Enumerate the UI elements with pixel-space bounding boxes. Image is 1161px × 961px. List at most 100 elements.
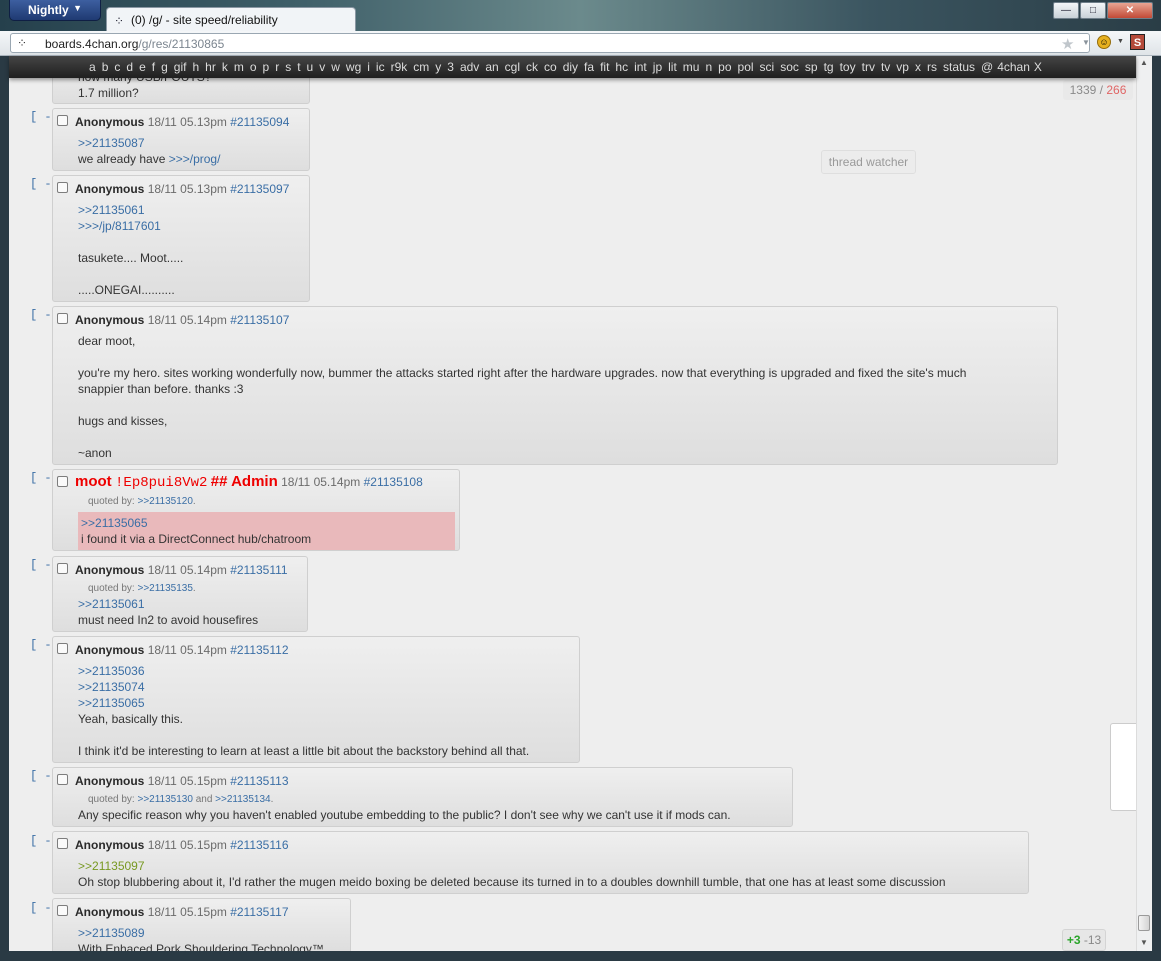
board-link[interactable]: k: [222, 60, 228, 74]
board-link[interactable]: v: [319, 60, 325, 74]
board-link[interactable]: p: [263, 60, 270, 74]
board-link[interactable]: i: [367, 60, 370, 74]
browser-tab[interactable]: ⁘ (0) /g/ - site speed/reliability: [106, 7, 356, 33]
post-number[interactable]: #21135097: [230, 182, 289, 196]
board-link[interactable]: @: [981, 60, 993, 74]
board-link[interactable]: s: [285, 60, 291, 74]
chevron-down-icon[interactable]: ▼: [1082, 38, 1090, 47]
backlink[interactable]: >>21135135: [137, 583, 192, 594]
scrollbar[interactable]: [1136, 56, 1152, 951]
dead-quote-link[interactable]: >>21135097: [78, 859, 145, 873]
board-link[interactable]: wg: [346, 60, 361, 74]
board-link[interactable]: adv: [460, 60, 479, 74]
quick-reply-tab[interactable]: [1110, 723, 1136, 811]
post-checkbox[interactable]: [57, 313, 68, 324]
post-checkbox[interactable]: [57, 774, 68, 785]
board-link[interactable]: hr: [205, 60, 216, 74]
scroll-down-icon[interactable]: ▼: [1140, 938, 1148, 947]
board-link[interactable]: t: [297, 60, 300, 74]
addon-icon[interactable]: ☺: [1097, 35, 1111, 49]
quote-link[interactable]: >>21135065: [78, 696, 145, 710]
post-checkbox[interactable]: [57, 476, 68, 487]
board-link[interactable]: sp: [805, 60, 818, 74]
board-link[interactable]: u: [307, 60, 314, 74]
board-link[interactable]: m: [234, 60, 244, 74]
board-link[interactable]: cgl: [505, 60, 520, 74]
stylish-icon[interactable]: S: [1130, 34, 1145, 50]
post-checkbox[interactable]: [57, 563, 68, 574]
star-icon[interactable]: ★: [1061, 35, 1074, 53]
board-link[interactable]: diy: [563, 60, 578, 74]
quote-link[interactable]: >>21135089: [78, 926, 145, 940]
board-link[interactable]: vp: [896, 60, 909, 74]
quote-link[interactable]: >>21135074: [78, 680, 145, 694]
board-link[interactable]: h: [192, 60, 199, 74]
post-checkbox[interactable]: [57, 905, 68, 916]
board-link[interactable]: trv: [862, 60, 875, 74]
board-link[interactable]: 3: [447, 60, 454, 74]
post-checkbox[interactable]: [57, 182, 68, 193]
board-link[interactable]: hc: [615, 60, 628, 74]
post-number[interactable]: #21135117: [230, 905, 288, 919]
post-number[interactable]: #21135107: [230, 313, 289, 327]
board-link[interactable]: po: [718, 60, 731, 74]
board-link[interactable]: d: [126, 60, 133, 74]
maximize-button[interactable]: □: [1080, 2, 1106, 19]
board-link[interactable]: toy: [840, 60, 856, 74]
board-link[interactable]: w: [331, 60, 340, 74]
board-link[interactable]: jp: [653, 60, 662, 74]
board-link[interactable]: co: [544, 60, 557, 74]
board-link[interactable]: g: [161, 60, 168, 74]
board-link[interactable]: lit: [668, 60, 677, 74]
chevron-down-icon[interactable]: ▼: [1117, 38, 1124, 45]
board-link[interactable]: tg: [824, 60, 834, 74]
url-bar[interactable]: ⁘ boards.4chan.org/g/res/21130865 ★ ▼: [10, 33, 1090, 53]
post-number[interactable]: #21135111: [230, 563, 287, 577]
backlink[interactable]: >>21135120: [137, 496, 192, 507]
thread-watcher[interactable]: thread watcher: [821, 150, 916, 174]
board-link[interactable]: mu: [683, 60, 700, 74]
board-link[interactable]: >>>/jp/8117601: [78, 219, 161, 233]
board-link[interactable]: a: [89, 60, 96, 74]
board-link[interactable]: soc: [780, 60, 799, 74]
post-checkbox[interactable]: [57, 643, 68, 654]
quote-link[interactable]: >>21135061: [78, 203, 145, 217]
scrollbar-thumb[interactable]: [1138, 915, 1150, 931]
post-number[interactable]: #21135108: [364, 475, 423, 489]
backlink[interactable]: >>21135134: [215, 794, 270, 805]
post-number[interactable]: #21135112: [230, 643, 288, 657]
board-link[interactable]: c: [114, 60, 120, 74]
backlink[interactable]: >>21135130: [137, 794, 192, 805]
board-link[interactable]: rs: [927, 60, 937, 74]
close-window-button[interactable]: ✕: [1107, 2, 1153, 19]
post-number[interactable]: #21135113: [230, 774, 288, 788]
board-link[interactable]: fit: [600, 60, 609, 74]
board-link[interactable]: an: [485, 60, 498, 74]
app-menu-button[interactable]: Nightly ▼: [9, 0, 101, 21]
quote-link[interactable]: >>21135061: [78, 597, 145, 611]
board-link[interactable]: gif: [174, 60, 187, 74]
home-link[interactable]: 4chan: [997, 60, 1030, 74]
board-link[interactable]: x: [915, 60, 921, 74]
board-link[interactable]: cm: [413, 60, 429, 74]
quote-link[interactable]: >>21135087: [78, 136, 145, 150]
board-link[interactable]: pol: [738, 60, 754, 74]
board-link[interactable]: int: [634, 60, 647, 74]
board-link[interactable]: tv: [881, 60, 890, 74]
quote-link[interactable]: >>21135065: [81, 516, 148, 530]
board-link[interactable]: y: [435, 60, 441, 74]
board-link[interactable]: n: [705, 60, 712, 74]
board-link[interactable]: fa: [584, 60, 594, 74]
minimize-button[interactable]: —: [1053, 2, 1079, 19]
board-link[interactable]: o: [250, 60, 257, 74]
quote-link[interactable]: >>21135036: [78, 664, 145, 678]
board-link[interactable]: r9k: [391, 60, 408, 74]
post-number[interactable]: #21135094: [230, 115, 289, 129]
board-link[interactable]: sci: [760, 60, 775, 74]
board-link[interactable]: b: [102, 60, 109, 74]
board-link[interactable]: status: [943, 60, 975, 74]
thread-updater[interactable]: +3 -13: [1062, 929, 1106, 951]
board-link[interactable]: ck: [526, 60, 538, 74]
scroll-up-icon[interactable]: ▲: [1140, 58, 1148, 67]
board-link[interactable]: e: [139, 60, 146, 74]
